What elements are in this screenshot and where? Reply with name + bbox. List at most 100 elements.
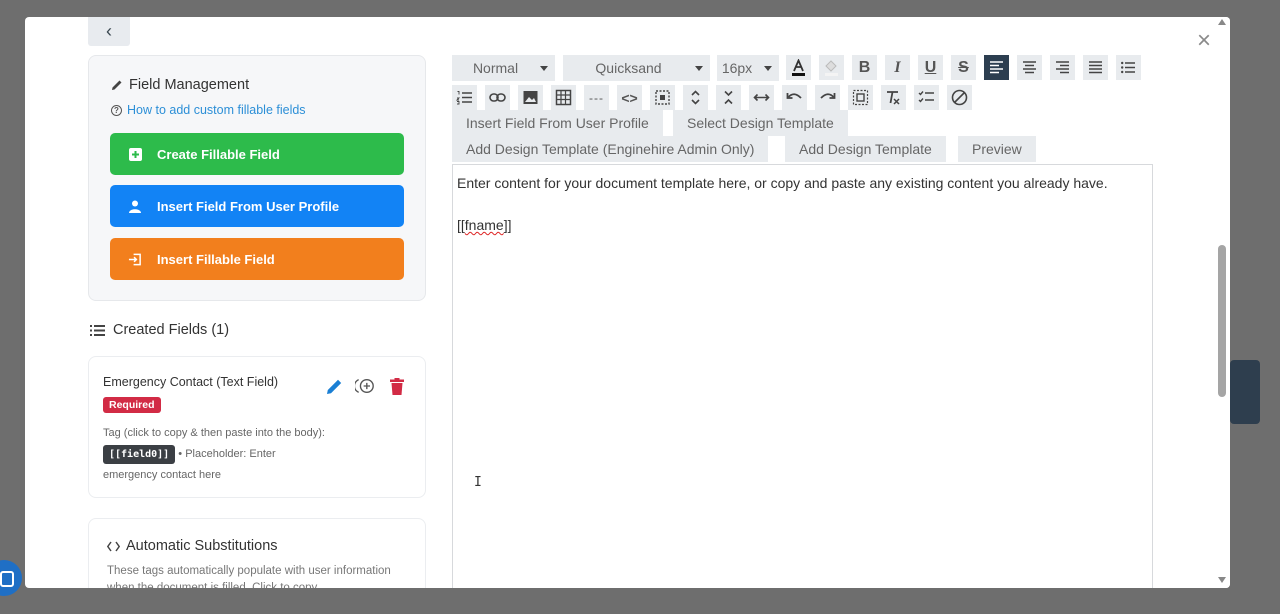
close-icon: × [1196,27,1211,54]
pencil-icon [326,379,341,394]
insert-field-from-profile-button[interactable]: Insert Field From User Profile [110,185,404,227]
expand-vertical-icon [691,90,700,105]
link-button[interactable] [485,85,510,110]
create-fillable-field-label: Create Fillable Field [157,146,280,162]
user-icon [128,199,142,213]
field-management-panel: Field Management ? How to add custom fil… [88,55,426,301]
select-all-button[interactable] [650,85,675,110]
expand-button[interactable] [683,85,708,110]
field-tag-chip[interactable]: [[field0]] [103,445,176,464]
highlight-color-button[interactable] [819,55,844,80]
format-select[interactable]: Normal [452,55,555,81]
tab-add-design-template-label: Add Design Template [799,141,932,157]
question-icon: ? [111,104,122,116]
delete-field-button[interactable] [387,376,407,396]
add-circle-icon [355,378,374,394]
checklist-button[interactable] [914,85,939,110]
align-left-icon [990,61,1003,74]
strikethrough-icon: S [958,58,969,76]
back-button[interactable]: ‹ [88,17,130,46]
select-box-icon [655,90,670,105]
align-left-button[interactable] [984,55,1009,80]
image-button[interactable] [518,85,543,110]
tab-preview[interactable]: Preview [958,136,1036,162]
tab-add-design-template-admin[interactable]: Add Design Template (Enginehire Admin On… [452,136,769,162]
undo-button[interactable] [782,85,807,110]
undo-icon [786,93,802,99]
field-card: Emergency Contact (Text Field) Required … [88,356,426,498]
italic-button[interactable]: I [885,55,910,80]
insert-fillable-field-label: Insert Fillable Field [157,251,275,267]
redo-button[interactable] [815,85,840,110]
code-icon [107,541,120,551]
create-fillable-field-button[interactable]: Create Fillable Field [110,133,404,175]
help-link[interactable]: ? How to add custom fillable fields [111,103,306,117]
help-link-text[interactable]: How to add custom fillable fields [127,103,306,117]
checklist-icon [918,91,934,103]
scrollbar-thumb[interactable] [1218,245,1226,397]
size-select-value: 16px [721,60,753,76]
editor-paragraph: Enter content for your document template… [457,175,1108,191]
tab-insert-field-from-profile[interactable]: Insert Field From User Profile [452,110,663,136]
automatic-substitutions-title-text: Automatic Substitutions [126,538,278,554]
document-editor[interactable]: Enter content for your document template… [452,164,1153,588]
bullet-list-icon [1121,61,1135,74]
automatic-substitutions-card: Automatic Substitutions These tags autom… [88,518,426,588]
image-icon [523,91,538,104]
select-frame-button[interactable] [848,85,873,110]
bold-icon: B [858,58,871,76]
scroll-up-icon[interactable] [1218,19,1226,25]
scroll-down-icon[interactable] [1218,577,1226,583]
tab-select-design-template[interactable]: Select Design Template [673,110,848,136]
field-tag-hint: Tag (click to copy & then paste into the… [103,427,325,439]
size-select[interactable]: 16px [717,55,779,81]
font-select[interactable]: Quicksand [563,55,710,81]
horizontal-rule-button[interactable]: --- [584,85,609,110]
close-button[interactable]: × [1194,29,1214,53]
list-icon [90,324,105,336]
disable-button[interactable] [947,85,972,110]
bullet-list-button[interactable] [1116,55,1141,80]
align-center-button[interactable] [1017,55,1042,80]
tab-select-design-template-label: Select Design Template [687,115,834,131]
sign-in-icon [128,252,142,266]
insert-field-from-profile-label: Insert Field From User Profile [157,198,340,214]
text-color-icon [792,59,805,76]
numbered-list-button[interactable] [452,85,477,110]
code-button[interactable]: <> [617,85,642,110]
table-button[interactable] [551,85,576,110]
bold-button[interactable]: B [852,55,877,80]
numbered-list-icon [456,91,472,105]
edit-field-button[interactable] [324,376,344,396]
arrows-horizontal-icon [753,93,770,102]
horizontal-rule-icon: --- [589,90,604,105]
strikethrough-button[interactable]: S [951,55,976,80]
selection-frame-icon [852,89,869,106]
format-select-value: Normal [472,60,519,76]
collapse-vertical-icon [724,90,733,105]
text-color-button[interactable] [786,55,811,80]
font-select-value: Quicksand [595,60,662,76]
editor-paragraph-tag: [[fname]] [457,217,511,233]
collapse-button[interactable] [716,85,741,110]
align-right-button[interactable] [1050,55,1075,80]
table-icon [555,89,572,106]
redo-icon [820,93,836,99]
underline-button[interactable]: U [918,55,943,80]
insert-field-button[interactable] [355,376,375,396]
insert-fillable-field-button[interactable]: Insert Fillable Field [110,238,404,280]
clear-format-button[interactable] [881,85,906,110]
justify-icon [1089,61,1102,74]
automatic-substitutions-desc: These tags automatically populate with u… [107,565,391,588]
underline-icon: U [924,58,937,76]
field-description: Tag (click to copy & then paste into the… [103,423,333,486]
trash-icon [390,377,404,395]
tab-add-design-template[interactable]: Add Design Template [785,136,946,162]
justify-button[interactable] [1083,55,1108,80]
width-button[interactable] [749,85,774,110]
automatic-substitutions-title: Automatic Substitutions [107,538,278,554]
align-center-icon [1023,61,1036,74]
plus-square-icon [128,147,142,161]
required-badge: Required [103,397,161,413]
code-icon: <> [621,89,638,106]
